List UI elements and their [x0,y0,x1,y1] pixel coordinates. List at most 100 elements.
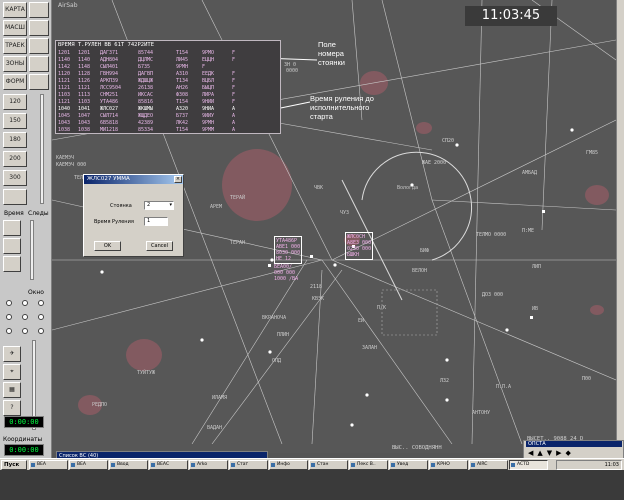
taxi-time-input[interactable]: 1 [144,217,168,226]
tool-icon-button[interactable]: ✈ [3,346,21,362]
table-cell: F [232,99,236,105]
flight-label[interactable]: ТЕЛМО 0000 [476,232,506,238]
table-row[interactable]: 1045 1047 СЫЛ714 ЖЩДЕО Б737 9ИИУ А [56,113,280,120]
cancel-button[interactable]: Cancel [146,241,173,251]
taskbar-button[interactable]: ACTD [509,460,548,470]
flight-label[interactable]: ДОЗ 000 [482,292,503,298]
vertical-scrollbar[interactable] [616,0,624,444]
dialog-title-bar[interactable]: ЖЛС027 УММА × [84,175,183,184]
toolbar-button[interactable] [29,56,49,72]
taskbar-button[interactable]: Ввод [109,460,148,470]
scale-button[interactable]: МАСШ [3,20,27,36]
stand-select[interactable]: 2 ▾ [144,201,174,210]
range-300-button[interactable]: 300 [3,170,27,186]
taskbar-button[interactable]: Arko [189,460,228,470]
taskbar-button[interactable]: ВЕА [69,460,108,470]
range-200-button[interactable]: 200 [3,151,27,167]
arrow-icons[interactable]: ◀▲▼▶◆ [528,449,575,457]
radio-option[interactable] [22,328,28,334]
range-120-button[interactable]: 120 [3,94,27,110]
close-icon[interactable]: × [174,176,182,183]
tray-clock: 11:03 [604,462,619,468]
map-label: ЧВК [314,185,324,191]
table-row[interactable]: 1038 1038 МИ1218 85334 Т154 9РММ А [56,127,280,134]
table-cell: 1201 [58,50,71,56]
taskbar-button[interactable]: ВЕА [29,460,68,470]
toolbar-button[interactable] [29,20,49,36]
radio-option[interactable] [38,328,44,334]
track-button[interactable]: ТРАЕК [3,38,27,54]
range-150-button[interactable]: 150 [3,113,27,129]
table-cell: АН26 [176,85,189,91]
tool-icon-button[interactable]: ▦ [3,382,21,398]
time-button[interactable] [3,220,21,236]
navigation-widget[interactable]: ОПСТА ◀▲▼▶◆ [523,440,624,460]
form-button[interactable]: ФОРМ [3,74,27,90]
table-row[interactable]: 1120 1128 ГВН994 ДАГВП А310 ЕЕДК F [56,71,280,78]
radio-option[interactable] [38,300,44,306]
trace-slider[interactable] [30,220,34,280]
taskbar-button[interactable]: КРНО [429,460,468,470]
flight-label[interactable]: БЕА00/ 000 000 1000 /ВА [274,264,298,282]
radar-display[interactable]: AirSab 11:03:45 Поле номера стоянки Врем… [52,0,616,444]
table-row[interactable]: 1201 1201 ДАГ371 85744 T154 9РМО F [56,50,280,57]
toolbar-button[interactable] [29,2,49,18]
table-row[interactable]: 1121 1121 ЛСС9504 26138 АН26 БЫЦП F [56,85,280,92]
table-cell: АДН804 [100,57,119,63]
chevron-down-icon: ▾ [169,202,172,208]
flight-label[interactable]: П:МЕ [522,228,534,234]
flight-label[interactable]: ЖЛС0СН А8Е3 000 0230 000 БШКН [345,232,374,260]
taskbar-button[interactable]: Стан [309,460,348,470]
range-180-button[interactable]: 180 [3,132,27,148]
departure-table[interactable]: ВРЕМЯ Т.РУЛЕН ВВ 61Т 742Р2ИТЕ 1201 1201 ДА… [55,40,281,134]
taskbar-button[interactable]: Стат [229,460,268,470]
table-cell: ЛСС9504 [100,85,122,91]
table-row[interactable]: 1121 1103 УТА486 85816 Т154 9НИИ F [56,99,280,106]
taskbar-button[interactable]: AIRC [469,460,508,470]
flight-label[interactable]: ЖАЕ 2000 [422,160,446,166]
radio-option[interactable] [22,300,28,306]
tool-icon-button[interactable]: ? [3,400,21,416]
range-slider[interactable] [40,94,44,204]
ok-button[interactable]: OK [94,241,121,251]
table-row[interactable]: 1140 1140 АДН804 ДЦЛМС ЛИ45 ЕЦЦН F [56,57,280,64]
table-row[interactable]: 1103 1113 СНМ251 ИКСАС Ф308 ЛИРА F [56,92,280,99]
table-cell: 1126 [78,78,91,84]
radio-option[interactable] [38,314,44,320]
flight-label[interactable]: ГМ85 [586,150,598,156]
radio-option[interactable] [6,328,12,334]
table-row[interactable]: 1142 1148 СЫЛ401 Б735 9РМН F [56,64,280,71]
flight-label[interactable]: ЛЗ2 [440,378,449,384]
radio-option[interactable] [6,300,12,306]
taskbar-button[interactable]: Инфо [269,460,308,470]
time-button[interactable] [3,238,21,254]
toolbar-button[interactable] [29,38,49,54]
flight-label[interactable]: СП20 [442,138,454,144]
map-button[interactable]: КАРТА [3,2,27,18]
stand-dialog: ЖЛС027 УММА × Стоянка 2 ▾ Время Руления … [83,174,184,257]
flight-label[interactable]: 2118 [310,284,322,290]
radio-option[interactable] [6,314,12,320]
time-button[interactable] [3,256,21,272]
filter-button[interactable] [3,189,27,205]
map-label: ТУЙТУЖ [137,370,156,376]
taskbar-button[interactable]: ВЕАС [149,460,188,470]
taskbar-button[interactable]: Пекс В.. [349,460,388,470]
zones-button[interactable]: ЗОНЫ [3,56,27,72]
table-row[interactable]: 1043 1043 6В5818 42389 ЛК42 9РМН А [56,120,280,127]
flight-label[interactable]: УТА486Р АВЕ1 000 8030 000 НЕ 12 [274,236,303,264]
table-cell: ЕЦЦН [202,57,215,63]
taskbar-button[interactable]: Увед [389,460,428,470]
flight-label[interactable]: КАЕМЭЧ 000 [56,162,86,168]
table-cell: 1140 [78,57,91,63]
flight-label[interactable]: П00 [582,376,591,382]
radio-option[interactable] [22,314,28,320]
tool-icon-button[interactable]: ⌖ [3,364,21,380]
table-cell: ЖЩДЕО [138,113,154,119]
table-row[interactable]: 1040 1041 ЖЛС027 ЖКШМЫ А320 9НИА А [56,106,280,113]
table-cell: ИКСАС [138,92,154,98]
table-cell: СЫЛ714 [100,113,119,119]
start-button[interactable]: Пуск [1,460,27,470]
toolbar-button[interactable] [29,74,49,90]
table-row[interactable]: 1121 1126 АРКП39 ЖДШЦЖ Т134 ВЦБЛ F [56,78,280,85]
